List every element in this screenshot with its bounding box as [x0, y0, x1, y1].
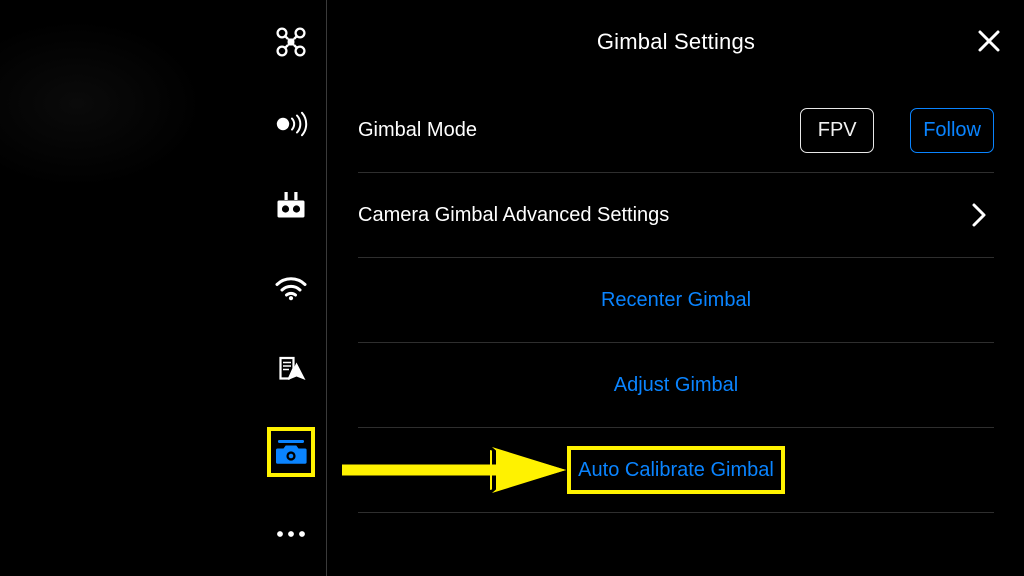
gimbal-settings-panel: Gimbal Settings Gimbal Mode FPV Follow C… — [328, 0, 1024, 576]
flight-mode-icon — [274, 353, 308, 387]
row-label-gimbal-mode: Gimbal Mode — [358, 118, 477, 141]
chevron-right-icon[interactable] — [966, 202, 992, 228]
camera-icon — [275, 437, 307, 467]
row-auto-calibrate-gimbal[interactable]: Auto Calibrate Gimbal — [358, 428, 994, 513]
app-root: Gimbal Settings Gimbal Mode FPV Follow C… — [0, 0, 1024, 576]
sidebar-item-camera-gimbal[interactable] — [256, 426, 326, 478]
row-recenter-gimbal[interactable]: Recenter Gimbal — [358, 258, 994, 343]
sidebar-item-more[interactable] — [256, 508, 326, 560]
settings-icon-rail — [256, 0, 327, 576]
sidebar-item-transmission[interactable] — [256, 98, 326, 150]
adjust-gimbal-button[interactable]: Adjust Gimbal — [358, 374, 994, 397]
row-camera-gimbal-advanced-settings[interactable]: Camera Gimbal Advanced Settings — [358, 173, 994, 258]
panel-header: Gimbal Settings — [328, 0, 1024, 88]
gimbal-mode-follow-button[interactable]: Follow — [910, 107, 994, 153]
transmission-signal-icon — [273, 110, 309, 138]
gimbal-mode-fpv-button[interactable]: FPV — [800, 107, 875, 153]
row-gimbal-mode: Gimbal Mode FPV Follow — [358, 88, 994, 173]
sidebar-item-aircraft[interactable] — [256, 16, 326, 68]
sidebar-item-remote-controller[interactable] — [256, 180, 326, 232]
close-button[interactable] — [972, 26, 1006, 60]
ellipsis-icon — [274, 529, 308, 539]
wifi-icon — [274, 275, 308, 301]
settings-rows: Gimbal Mode FPV Follow Camera Gimbal Adv… — [358, 88, 994, 513]
drone-icon — [274, 25, 308, 59]
row-adjust-gimbal[interactable]: Adjust Gimbal — [358, 343, 994, 428]
live-camera-feed — [0, 0, 256, 576]
close-icon — [976, 28, 1002, 59]
auto-calibrate-gimbal-button[interactable]: Auto Calibrate Gimbal — [358, 459, 994, 482]
recenter-gimbal-button[interactable]: Recenter Gimbal — [358, 289, 994, 312]
page-title: Gimbal Settings — [596, 29, 756, 54]
row-label-advanced-settings: Camera Gimbal Advanced Settings — [358, 203, 670, 226]
sidebar-item-wifi[interactable] — [256, 262, 326, 314]
remote-controller-icon — [274, 189, 308, 223]
sidebar-item-flight-mode[interactable] — [256, 344, 326, 396]
gimbal-mode-segmented-control: FPV Follow — [800, 107, 994, 153]
